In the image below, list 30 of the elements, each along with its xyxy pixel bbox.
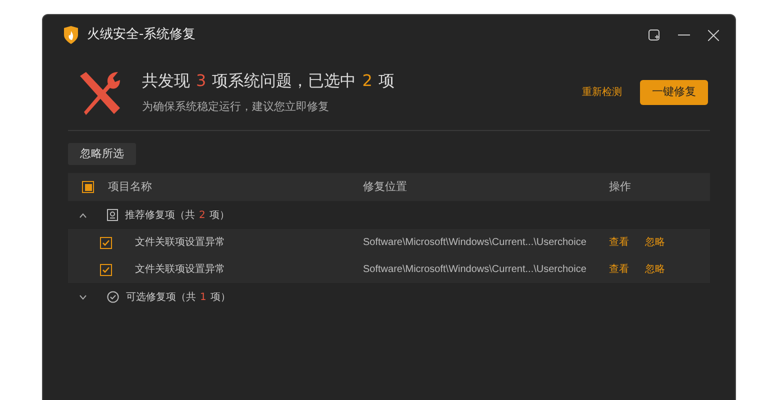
feedback-icon[interactable] — [648, 29, 660, 41]
action-link[interactable]: 查看 — [609, 235, 629, 250]
window-title: 火绒安全-系统修复 — [87, 26, 196, 44]
summary-subtitle: 为确保系统稳定运行，建议您立即修复 — [142, 99, 330, 116]
group-label: 可选修复项（共 1 项） — [126, 290, 230, 305]
close-icon[interactable] — [708, 30, 719, 40]
collapse-icon[interactable] — [79, 212, 87, 218]
rescan-link[interactable]: 重新检测 — [582, 85, 622, 100]
expand-icon[interactable] — [79, 294, 87, 300]
ignore-selected-button[interactable]: 忽略所选 — [68, 143, 136, 166]
group-label: 推荐修复项（共 2 项） — [125, 208, 230, 223]
fix-all-button[interactable]: 一键修复 — [640, 80, 708, 105]
check-circle-icon — [107, 291, 119, 304]
action-link[interactable]: 忽略 — [645, 262, 665, 278]
table-cell-text: Software\Microsoft\Windows\Current...\Userchoice — [363, 236, 588, 250]
checkbox[interactable] — [82, 181, 94, 194]
action-link[interactable]: 查看 — [609, 262, 629, 278]
minimize-icon[interactable] — [678, 34, 690, 36]
table-cell-text: 文件关联项设置异常 — [134, 262, 226, 278]
table-cell-text: Software\Microsoft\Windows\Current...\Userchoice — [363, 263, 588, 278]
column-header: 修复位置 — [363, 179, 408, 195]
checkbox[interactable] — [100, 236, 112, 249]
summary-heading: 共发现 3 项系统问题，已选中 2 项 — [142, 70, 394, 92]
column-header: 操作 — [609, 179, 631, 195]
action-link[interactable]: 忽略 — [645, 235, 665, 250]
shield-icon — [63, 26, 79, 44]
table-cell-text: 文件关联项设置异常 — [134, 236, 226, 250]
checkbox[interactable] — [100, 264, 112, 276]
badge-icon — [107, 209, 118, 222]
column-header: 项目名称 — [108, 179, 153, 195]
